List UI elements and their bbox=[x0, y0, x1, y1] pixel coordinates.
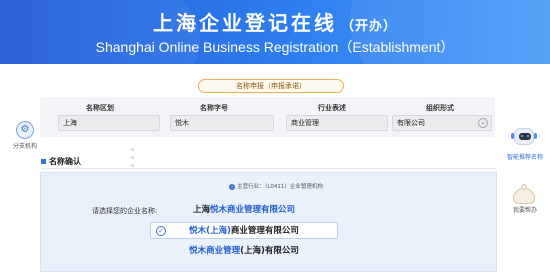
org-form-value: 有限公司 bbox=[397, 119, 425, 127]
help-service-label[interactable]: 我要帮办 bbox=[505, 205, 545, 214]
smart-name-recommend-label[interactable]: 智能推荐名称 bbox=[505, 152, 545, 161]
decor-dot bbox=[131, 156, 134, 159]
robot-icon[interactable] bbox=[511, 128, 537, 152]
name-declaration-badge: 名称申报（申报承诺） bbox=[198, 79, 344, 93]
bun-mascot-icon[interactable] bbox=[512, 184, 536, 204]
field-label-region: 名称区划 bbox=[86, 104, 114, 112]
industry-hint: i 主营行业：（L0411）企业管理机构 bbox=[196, 182, 356, 190]
name-option[interactable]: 上海悦木商业管理有限公司 bbox=[150, 202, 338, 219]
name-option[interactable]: 悦木商业管理(上海)有限公司 bbox=[150, 243, 338, 260]
branch-label[interactable]: 分支机构 bbox=[9, 141, 41, 150]
select-name-prompt: 请选择您的企业名称: bbox=[92, 207, 158, 215]
field-label-brand: 名称字号 bbox=[200, 104, 228, 112]
page-title: 上海企业登记在线 （开办） bbox=[152, 11, 397, 35]
decor-dot bbox=[131, 148, 134, 151]
check-icon: ✓ bbox=[156, 226, 166, 236]
gear-icon[interactable]: ⚙ bbox=[16, 121, 34, 139]
region-input[interactable]: 上海 bbox=[58, 115, 160, 131]
org-form-select[interactable]: 有限公司 ⌄ bbox=[392, 115, 492, 131]
section-title: 名称确认 bbox=[41, 156, 81, 167]
page-subtitle: Shanghai Online Business Registration（Es… bbox=[95, 39, 455, 55]
field-label-org-form: 组织形式 bbox=[426, 104, 454, 112]
info-icon: i bbox=[229, 183, 236, 190]
header-banner: 上海企业登记在线 （开办） Shanghai Online Business Re… bbox=[0, 0, 550, 64]
decor-dot bbox=[131, 164, 134, 167]
chevron-down-icon[interactable]: ⌄ bbox=[478, 118, 488, 128]
brand-name-input[interactable]: 悦木 bbox=[170, 115, 274, 131]
section-marker-icon bbox=[41, 159, 46, 164]
name-option-selected[interactable]: 悦木(上海)商业管理有限公司 bbox=[150, 222, 338, 239]
industry-input[interactable]: 商业管理 bbox=[286, 115, 388, 131]
field-label-industry: 行业表述 bbox=[318, 104, 346, 112]
section-divider bbox=[41, 168, 496, 169]
